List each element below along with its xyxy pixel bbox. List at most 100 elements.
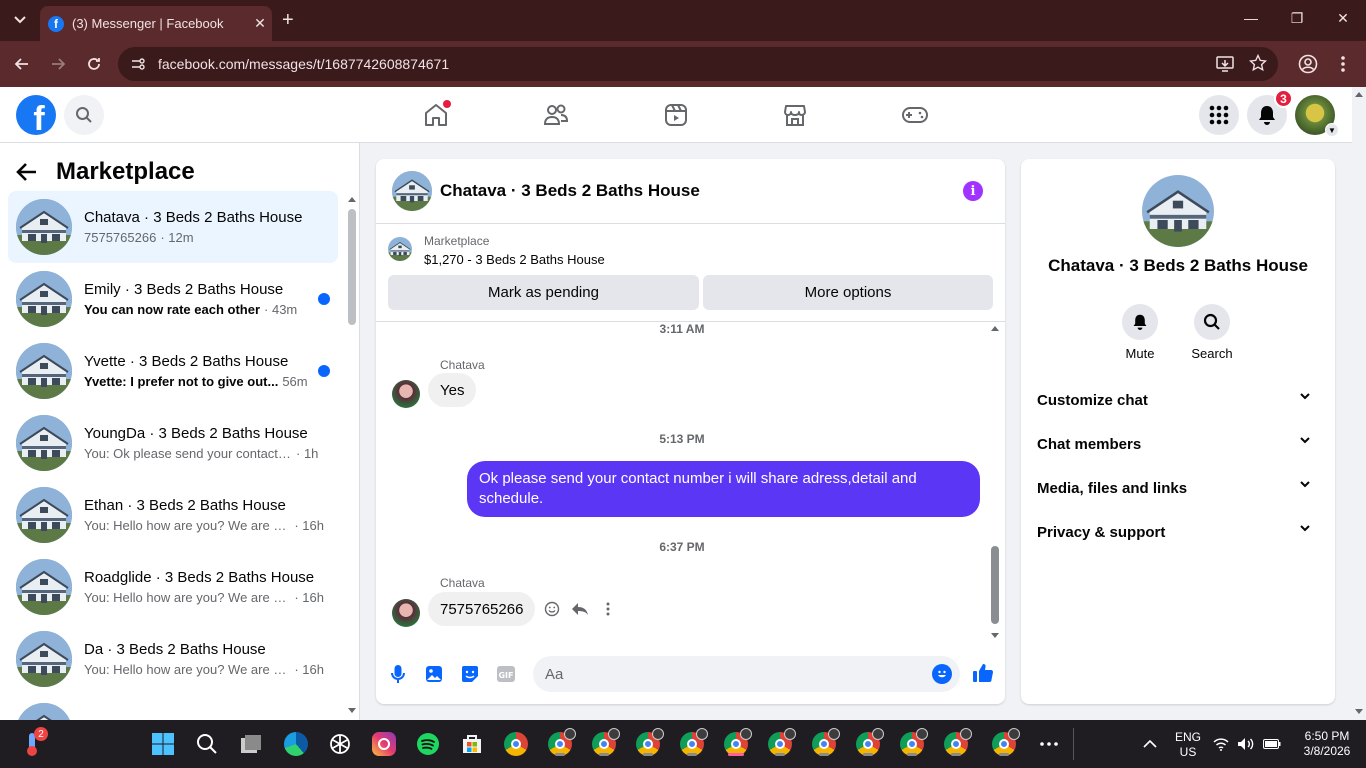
chat-scroll-thumb[interactable]: [991, 546, 999, 624]
chrome-app-7[interactable]: [810, 728, 840, 758]
chat-title[interactable]: Chatava · 3 Beds 2 Baths House: [440, 181, 700, 201]
spotify-app[interactable]: [414, 730, 442, 758]
taskbar-search-button[interactable]: [193, 730, 221, 758]
clock[interactable]: 6:50 PM 3/8/2026: [1292, 729, 1362, 759]
chat-scrollbar[interactable]: [989, 324, 1001, 642]
photo-icon[interactable]: [424, 664, 444, 684]
home-nav-button[interactable]: [421, 100, 451, 130]
close-window-button[interactable]: ✕: [1333, 10, 1353, 27]
incoming-message[interactable]: 7575765266: [428, 592, 536, 626]
mute-button[interactable]: Mute: [1110, 304, 1170, 361]
microphone-icon[interactable]: [388, 664, 408, 684]
scroll-down-icon[interactable]: [1355, 709, 1363, 715]
friends-nav-button[interactable]: [541, 100, 571, 130]
conversation-item[interactable]: Roadglide · 3 Beds 2 Baths House You: Hel…: [8, 551, 338, 623]
conversation-item[interactable]: Emily · 3 Beds 2 Baths House You can now …: [8, 263, 338, 335]
notifications-button[interactable]: 3: [1247, 89, 1293, 135]
start-button[interactable]: [149, 730, 177, 758]
chrome-app-2[interactable]: [590, 728, 620, 758]
sticker-icon[interactable]: [460, 664, 480, 684]
info-icon[interactable]: i: [963, 181, 983, 201]
back-button[interactable]: [11, 53, 33, 75]
gif-icon[interactable]: GIF: [496, 664, 516, 684]
reload-button[interactable]: [83, 53, 105, 75]
outgoing-message[interactable]: Ok please send your contact number i wil…: [467, 461, 980, 517]
conversation-item[interactable]: Yvette · 3 Beds 2 Baths House Yvette: I p…: [8, 335, 338, 407]
address-bar[interactable]: facebook.com/messages/t/1687742608874671: [118, 47, 1278, 81]
search-in-chat-button[interactable]: Search: [1182, 304, 1242, 361]
emoji-icon[interactable]: [932, 664, 952, 684]
incoming-message[interactable]: Yes: [428, 373, 477, 407]
conversation-item[interactable]: Emma · 3 Beds 2 Baths House: [8, 695, 338, 720]
new-tab-button[interactable]: +: [282, 9, 294, 32]
facebook-logo[interactable]: f: [16, 95, 56, 135]
thumbs-up-icon[interactable]: [972, 662, 994, 684]
sender-avatar[interactable]: [392, 380, 420, 408]
maximize-button[interactable]: ❐: [1287, 10, 1307, 27]
system-tray-status[interactable]: [1212, 730, 1282, 758]
chrome-app-10[interactable]: [942, 728, 972, 758]
video-nav-button[interactable]: [661, 100, 691, 130]
tab-close-icon[interactable]: ✕: [248, 15, 272, 32]
scroll-up-icon[interactable]: [989, 324, 1001, 332]
conversation-item[interactable]: Da · 3 Beds 2 Baths House You: Hello how …: [8, 623, 338, 695]
scroll-up-icon[interactable]: [1355, 91, 1363, 97]
scroll-down-icon[interactable]: [347, 707, 357, 715]
chrome-app-8[interactable]: [854, 728, 884, 758]
chrome-app-3[interactable]: [634, 728, 664, 758]
mark-as-pending-button[interactable]: Mark as pending: [388, 275, 699, 310]
more-options-button[interactable]: More options: [703, 275, 993, 310]
info-section-2[interactable]: Media, files and links: [1029, 466, 1327, 510]
chrome-app-6[interactable]: [766, 728, 796, 758]
chrome-app-9[interactable]: [898, 728, 928, 758]
menu-button[interactable]: [1199, 95, 1239, 135]
browser-menu-icon[interactable]: [1339, 54, 1347, 74]
reply-icon[interactable]: [570, 599, 590, 619]
task-view-button[interactable]: [237, 730, 265, 758]
listing-large-thumbnail[interactable]: [1142, 175, 1214, 247]
scroll-up-icon[interactable]: [347, 195, 357, 203]
sender-avatar[interactable]: [392, 599, 420, 627]
gaming-nav-button[interactable]: [900, 100, 930, 130]
search-button[interactable]: [64, 95, 104, 135]
page-scrollbar[interactable]: [1352, 87, 1366, 720]
info-section-1[interactable]: Chat members: [1029, 422, 1327, 466]
show-hidden-icons-button[interactable]: [1136, 730, 1164, 758]
more-actions-icon[interactable]: [598, 599, 618, 619]
message-input[interactable]: Aa: [533, 656, 960, 692]
conversation-item[interactable]: Ethan · 3 Beds 2 Baths House You: Hello h…: [8, 479, 338, 551]
forward-button[interactable]: [47, 53, 69, 75]
sidebar-scrollbar[interactable]: [347, 195, 357, 715]
chrome-app-4[interactable]: [678, 728, 708, 758]
chrome-app-11[interactable]: [990, 728, 1020, 758]
instagram-app[interactable]: [370, 730, 398, 758]
chrome-app-0[interactable]: [502, 730, 530, 758]
language-indicator[interactable]: ENG US: [1170, 730, 1206, 760]
conversation-item[interactable]: Chatava · 3 Beds 2 Baths House 7575765266…: [8, 191, 338, 263]
weather-widget-icon[interactable]: 2: [18, 727, 48, 758]
chatgpt-app[interactable]: [326, 730, 354, 758]
account-avatar[interactable]: ▼: [1295, 95, 1339, 137]
chrome-app-5[interactable]: [722, 728, 752, 758]
back-arrow-icon[interactable]: [16, 162, 38, 182]
microsoft-store-app[interactable]: [458, 730, 486, 758]
minimize-button[interactable]: —: [1241, 10, 1261, 26]
browser-tab-messenger[interactable]: f (3) Messenger | Facebook ✕: [40, 6, 272, 41]
listing-price-title[interactable]: $1,270 - 3 Beds 2 Baths House: [424, 252, 605, 267]
profile-icon[interactable]: [1298, 54, 1318, 74]
edge-app[interactable]: [282, 730, 310, 758]
listing-thumbnail[interactable]: [392, 171, 432, 211]
taskbar-overflow-button[interactable]: [1035, 730, 1063, 758]
install-app-icon[interactable]: [1216, 55, 1234, 73]
tab-search-button[interactable]: [8, 8, 32, 32]
site-info-icon[interactable]: [130, 56, 146, 72]
conversation-item[interactable]: YoungDa · 3 Beds 2 Baths House You: Ok pl…: [8, 407, 338, 479]
bookmark-star-icon[interactable]: [1249, 54, 1267, 72]
marketplace-nav-button[interactable]: [780, 100, 810, 130]
chrome-app-1[interactable]: [546, 728, 576, 758]
info-section-0[interactable]: Customize chat: [1029, 378, 1327, 422]
sidebar-scroll-thumb[interactable]: [348, 209, 356, 325]
info-section-3[interactable]: Privacy & support: [1029, 510, 1327, 554]
scroll-down-icon[interactable]: [989, 632, 1001, 640]
react-emoji-icon[interactable]: [542, 599, 562, 619]
